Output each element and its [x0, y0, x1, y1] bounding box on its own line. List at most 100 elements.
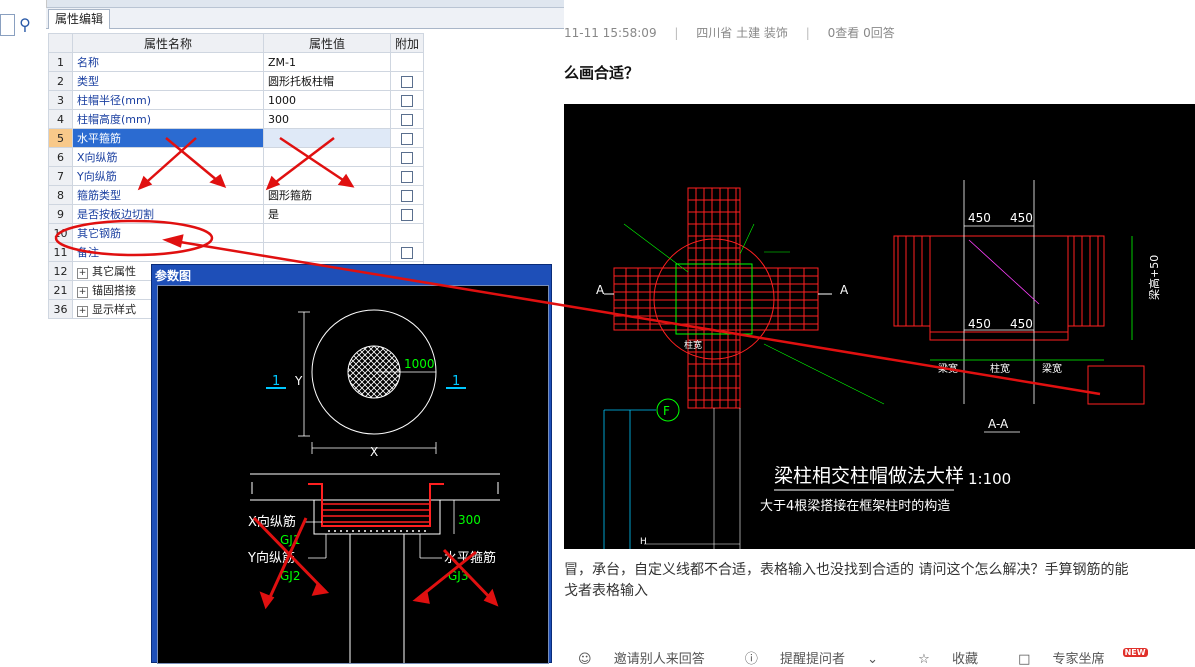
table-row[interactable]: 1 名称 ZM-1	[48, 52, 425, 72]
axis-f: F	[663, 404, 670, 418]
extra-cell	[389, 223, 425, 243]
expand-plus-icon[interactable]: +	[77, 268, 88, 279]
group-label: 锚固搭接	[92, 284, 136, 297]
search-input[interactable]	[0, 14, 15, 36]
prop-value[interactable]: 1000	[263, 90, 391, 110]
table-header: 属性名称 属性值 附加	[48, 33, 425, 53]
row-number: 3	[48, 90, 73, 110]
extra-cell	[389, 204, 425, 224]
prop-value[interactable]: 是	[263, 204, 391, 224]
question-title: 么画合适？	[564, 64, 640, 82]
prop-value[interactable]	[263, 242, 391, 262]
x-dim-label: X	[370, 445, 378, 459]
dim-450-b: 450	[1010, 211, 1033, 225]
prop-value[interactable]: ZM-1	[263, 52, 391, 72]
cad-scale: 1:100	[968, 470, 1011, 488]
table-row-selected[interactable]: 5 水平箍筋	[48, 128, 425, 148]
row-number: 12	[48, 261, 73, 281]
prop-name: Y向纵筋	[72, 166, 264, 186]
table-row[interactable]: 9 是否按板边切割 是	[48, 204, 425, 224]
row-number: 5	[48, 128, 73, 148]
search-icon[interactable]: ⚲	[14, 14, 36, 36]
checkbox-icon[interactable]	[401, 75, 413, 88]
table-row[interactable]: 8 箍筋类型 圆形箍筋	[48, 185, 425, 205]
left-panel: ⚲	[0, 0, 47, 661]
checkbox-icon[interactable]	[401, 94, 413, 107]
table-row[interactable]: 10 其它钢筋	[48, 223, 425, 243]
prop-name: 箍筋类型	[72, 185, 264, 205]
expand-plus-icon[interactable]: +	[77, 306, 88, 317]
invite-label: 邀请别人来回答	[613, 652, 705, 667]
checkbox-icon[interactable]	[401, 170, 413, 183]
extra-cell	[389, 52, 425, 72]
row-number: 8	[48, 185, 73, 205]
extra-cell	[389, 109, 425, 129]
section-mark-left: 1	[272, 374, 280, 389]
prop-name: 类型	[72, 71, 264, 91]
label-beam-width-right: 梁宽	[1042, 362, 1062, 375]
label-x-bar: X向纵筋	[248, 514, 296, 530]
table-row[interactable]: 11 备注	[48, 242, 425, 262]
cap-rebar	[308, 483, 444, 527]
checkbox-icon[interactable]	[401, 208, 413, 221]
table-row[interactable]: 3 柱帽半径(mm) 1000	[48, 90, 425, 110]
table-row[interactable]: 6 X向纵筋	[48, 147, 425, 167]
remind-icon: ⓘ	[744, 652, 762, 667]
checkbox-icon[interactable]	[401, 132, 413, 145]
extra-cell	[389, 147, 425, 167]
prop-value[interactable]: 300	[263, 109, 391, 129]
prop-value[interactable]	[263, 223, 391, 243]
param-window-title: 参数图	[155, 269, 192, 283]
prop-name: 名称	[72, 52, 264, 72]
checkbox-icon[interactable]	[401, 113, 413, 126]
small-detail-box	[1087, 365, 1145, 405]
tab-property-edit[interactable]: 属性编辑	[48, 9, 111, 29]
param-diagram-window[interactable]: 参数图 1000 Y 1 1 X 300 X向纵筋 GJ1 Y向纵筋 GJ2 水…	[151, 264, 552, 664]
table-row[interactable]: 4 柱帽高度(mm) 300	[48, 109, 425, 129]
favorite-button[interactable]: ☆ 收藏	[918, 652, 996, 667]
question-time: 11-11 15:58:09	[564, 26, 657, 40]
extra-cell	[389, 90, 425, 110]
dim-450-a: 450	[968, 211, 991, 225]
remind-button[interactable]: ⓘ 提醒提问者 ⌄	[745, 652, 896, 667]
prop-value[interactable]	[263, 147, 391, 167]
desc-line-2: 戈者表格输入	[564, 583, 648, 599]
prop-value[interactable]	[263, 128, 391, 148]
cad-drawing-image: A A 柱宽 F H 450 450 450 450 柱宽 梁宽 梁宽 梁高+5…	[564, 104, 1195, 549]
group-label: 其它属性	[92, 265, 136, 278]
prop-value[interactable]	[263, 166, 391, 186]
param-drawing-canvas: 1000 Y 1 1 X 300 X向纵筋 GJ1 Y向纵筋 GJ2 水平箍筋 …	[157, 285, 549, 664]
table-row[interactable]: 7 Y向纵筋	[48, 166, 425, 186]
prop-name: 是否按板边切割	[72, 204, 264, 224]
extra-cell	[389, 242, 425, 262]
extra-cell	[389, 128, 425, 148]
app-toolbar-strip	[0, 0, 564, 8]
axis-h: H	[640, 537, 647, 547]
extra-cell	[389, 166, 425, 186]
group-label: 显示样式	[92, 303, 136, 316]
prop-value[interactable]: 圆形箍筋	[263, 185, 391, 205]
y-dim-label: Y	[294, 374, 303, 388]
invite-icon: ☺	[578, 652, 596, 667]
checkbox-icon[interactable]	[401, 189, 413, 202]
label-column-width-plan: 柱宽	[684, 339, 702, 351]
prop-name: 柱帽高度(mm)	[72, 109, 264, 129]
extra-cell	[389, 185, 425, 205]
question-meta: 11-11 15:58:09 | 四川省 土建 装饰 | 0查看 0回答	[564, 24, 909, 41]
row-number: 11	[48, 242, 73, 262]
col-extra-header: 附加	[389, 33, 425, 53]
expand-plus-icon[interactable]: +	[77, 287, 88, 298]
checkbox-icon[interactable]	[401, 151, 413, 164]
table-row[interactable]: 2 类型 圆形托板柱帽	[48, 71, 425, 91]
expert-button[interactable]: □ 专家坐席 NEW	[1018, 648, 1165, 667]
expert-icon: □	[1018, 652, 1035, 667]
invite-button[interactable]: ☺ 邀请别人来回答	[578, 652, 723, 667]
prop-name: 柱帽半径(mm)	[72, 90, 264, 110]
side-dim-text: 梁高+50	[1147, 255, 1161, 300]
section-mark-right: 1	[452, 374, 460, 389]
checkbox-icon[interactable]	[401, 246, 413, 259]
col-value-header: 属性值	[263, 33, 391, 53]
prop-value[interactable]: 圆形托板柱帽	[263, 71, 391, 91]
prop-name: X向纵筋	[72, 147, 264, 167]
row-number: 10	[48, 223, 73, 243]
